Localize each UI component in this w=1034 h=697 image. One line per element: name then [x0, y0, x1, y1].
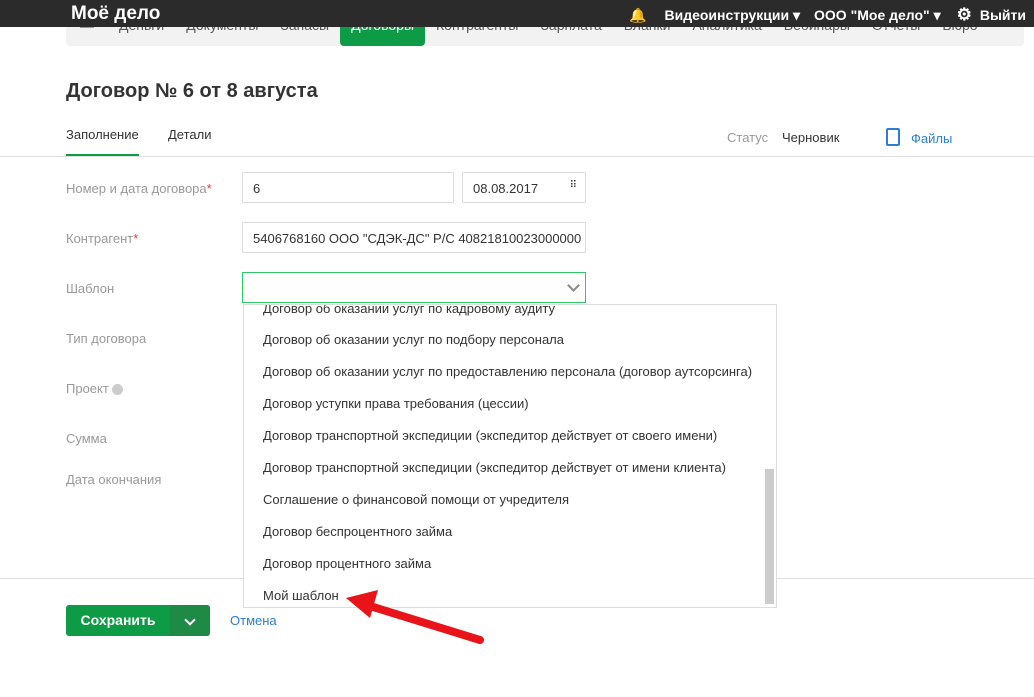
red-arrow-annotation	[346, 590, 484, 644]
